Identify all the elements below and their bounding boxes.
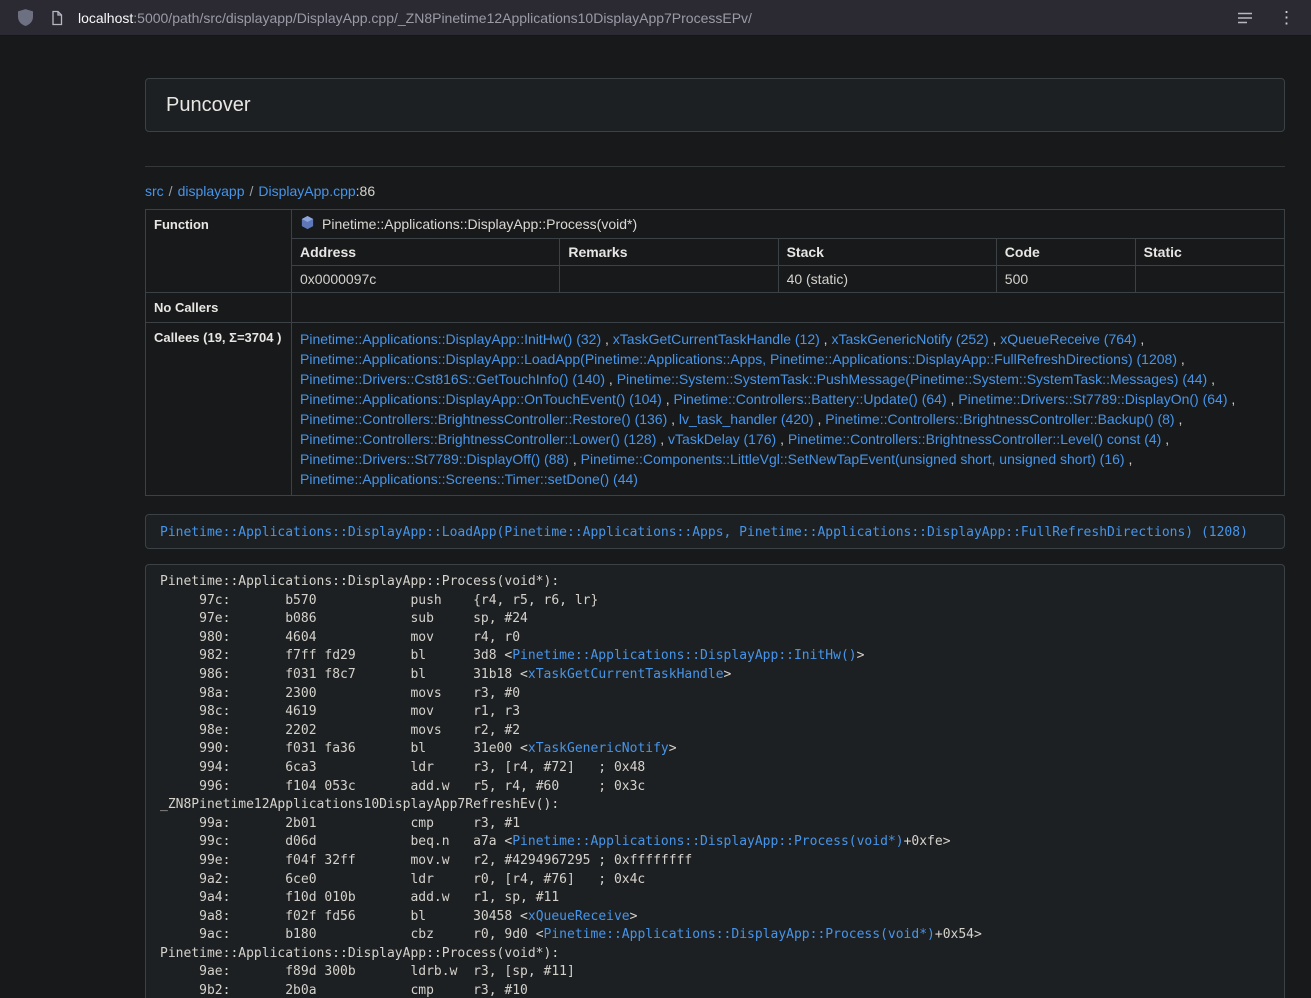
- callee-link[interactable]: xTaskGenericNotify (252): [831, 331, 988, 347]
- function-table: Function Pinetime::Applications::Display…: [145, 209, 1285, 496]
- callee-separator: ,: [1136, 331, 1144, 347]
- stats-header-row: Address Remarks Stack Code Static: [292, 239, 1284, 266]
- breadcrumb-link-file[interactable]: DisplayApp.cpp: [258, 183, 355, 199]
- callee-link[interactable]: Pinetime::Drivers::St7789::DisplayOn() (…: [958, 391, 1227, 407]
- code-symbol-link[interactable]: Pinetime::Applications::DisplayApp::Proc…: [512, 834, 903, 849]
- function-title: Pinetime::Applications::DisplayApp::Proc…: [292, 210, 1284, 238]
- callee-separator: ,: [667, 411, 679, 427]
- callee-link[interactable]: xQueueReceive (764): [1000, 331, 1136, 347]
- callee-link[interactable]: Pinetime::System::SystemTask::PushMessag…: [617, 371, 1208, 387]
- callee-separator: ,: [1228, 391, 1236, 407]
- stat-address: 0x0000097c: [292, 266, 560, 293]
- stat-stack: 40 (static): [778, 266, 996, 293]
- divider: [145, 166, 1285, 167]
- callee-link[interactable]: Pinetime::Applications::DisplayApp::OnTo…: [300, 391, 662, 407]
- callee-separator: ,: [601, 331, 613, 347]
- stats-value-row: 0x0000097c 40 (static) 500: [292, 266, 1284, 293]
- callee-separator: ,: [569, 451, 581, 467]
- url-host: localhost: [78, 10, 133, 26]
- breadcrumb-separator: /: [164, 183, 178, 199]
- code-symbol-link[interactable]: Pinetime::Applications::DisplayApp::Init…: [512, 648, 856, 663]
- code-symbol-link[interactable]: xQueueReceive: [528, 909, 630, 924]
- callee-separator: ,: [1175, 411, 1183, 427]
- disassembly-panel: Pinetime::Applications::DisplayApp::Proc…: [145, 564, 1285, 998]
- callee-separator: ,: [1125, 451, 1133, 467]
- function-row: Function Pinetime::Applications::Display…: [146, 210, 1285, 293]
- page-info-icon-glyph: [50, 10, 64, 26]
- callees-list: Pinetime::Applications::DisplayApp::Init…: [292, 323, 1285, 496]
- col-header-address: Address: [292, 239, 560, 266]
- breadcrumb-line-number: :86: [356, 183, 375, 199]
- callees-label: Callees (19, Σ=3704 ): [146, 323, 292, 496]
- callee-link[interactable]: Pinetime::Drivers::St7789::DisplayOff() …: [300, 451, 569, 467]
- callee-link[interactable]: Pinetime::Controllers::BrightnessControl…: [825, 411, 1174, 427]
- selected-symbol-link[interactable]: Pinetime::Applications::DisplayApp::Load…: [160, 525, 1248, 540]
- callee-separator: ,: [1177, 351, 1185, 367]
- more-menu-icon[interactable]: ⋮: [1274, 9, 1299, 26]
- callee-link[interactable]: Pinetime::Components::LittleVgl::SetNewT…: [581, 451, 1125, 467]
- col-header-stack: Stack: [778, 239, 996, 266]
- stat-code: 500: [996, 266, 1135, 293]
- callee-separator: ,: [1161, 431, 1169, 447]
- callees-row: Callees (19, Σ=3704 ) Pinetime::Applicat…: [146, 323, 1285, 496]
- disassembly-pre: Pinetime::Applications::DisplayApp::Proc…: [160, 573, 1270, 998]
- function-stats-table: Address Remarks Stack Code Static 0x0000…: [292, 238, 1284, 292]
- breadcrumb: src/displayapp/DisplayApp.cpp:86: [145, 181, 1285, 201]
- callee-link[interactable]: vTaskDelay (176): [668, 431, 776, 447]
- code-symbol-link[interactable]: xTaskGetCurrentTaskHandle: [528, 667, 724, 682]
- callee-link[interactable]: Pinetime::Controllers::Battery::Update()…: [674, 391, 947, 407]
- app-title[interactable]: Puncover: [166, 94, 251, 116]
- breadcrumb-separator: /: [245, 183, 259, 199]
- callee-separator: ,: [989, 331, 1001, 347]
- function-name: Pinetime::Applications::DisplayApp::Proc…: [322, 216, 637, 232]
- selected-symbol-panel: Pinetime::Applications::DisplayApp::Load…: [145, 514, 1285, 549]
- no-callers-label: No Callers: [146, 293, 292, 323]
- page-info-icon[interactable]: [44, 5, 70, 31]
- code-symbol-link[interactable]: Pinetime::Applications::DisplayApp::Proc…: [544, 927, 935, 942]
- callee-link[interactable]: Pinetime::Applications::DisplayApp::Load…: [300, 351, 1177, 367]
- header-panel: Puncover: [145, 78, 1285, 132]
- callee-link[interactable]: Pinetime::Drivers::Cst816S::GetTouchInfo…: [300, 371, 605, 387]
- callee-link[interactable]: Pinetime::Applications::Screens::Timer::…: [300, 471, 638, 487]
- main-content: Puncover src/displayapp/DisplayApp.cpp:8…: [145, 78, 1285, 998]
- function-row-label: Function: [146, 210, 292, 293]
- url-bar[interactable]: localhost:5000/path/src/displayapp/Displ…: [78, 10, 752, 26]
- stat-static: [1135, 266, 1284, 293]
- stat-remarks: [560, 266, 778, 293]
- callee-link[interactable]: Pinetime::Applications::DisplayApp::Init…: [300, 331, 601, 347]
- callee-separator: ,: [814, 411, 826, 427]
- breadcrumb-link-src[interactable]: src: [145, 183, 164, 199]
- callee-separator: ,: [1207, 371, 1215, 387]
- url-path: :5000/path/src/displayapp/DisplayApp.cpp…: [133, 10, 752, 26]
- browser-toolbar: localhost:5000/path/src/displayapp/Displ…: [0, 0, 1311, 36]
- col-header-static: Static: [1135, 239, 1284, 266]
- reader-view-icon[interactable]: [1232, 5, 1258, 31]
- callee-separator: ,: [605, 371, 617, 387]
- shield-icon[interactable]: [12, 5, 38, 31]
- callee-link[interactable]: lv_task_handler (420): [679, 411, 814, 427]
- shield-icon-glyph: [18, 9, 33, 26]
- no-callers-row: No Callers: [146, 293, 1285, 323]
- code-symbol-link[interactable]: xTaskGenericNotify: [528, 741, 669, 756]
- callee-link[interactable]: Pinetime::Controllers::BrightnessControl…: [788, 431, 1161, 447]
- function-cube-icon: [300, 215, 315, 233]
- callee-separator: ,: [656, 431, 668, 447]
- callee-separator: ,: [662, 391, 674, 407]
- col-header-code: Code: [996, 239, 1135, 266]
- function-cell: Pinetime::Applications::DisplayApp::Proc…: [292, 210, 1285, 293]
- callee-link[interactable]: xTaskGetCurrentTaskHandle (12): [613, 331, 820, 347]
- function-cube-icon-glyph: [300, 215, 315, 230]
- reader-view-icon-glyph: [1237, 11, 1253, 25]
- col-header-remarks: Remarks: [560, 239, 778, 266]
- callee-separator: ,: [776, 431, 788, 447]
- callee-link[interactable]: Pinetime::Controllers::BrightnessControl…: [300, 411, 667, 427]
- callee-link[interactable]: Pinetime::Controllers::BrightnessControl…: [300, 431, 656, 447]
- toolbar-actions: ⋮: [1232, 5, 1299, 31]
- breadcrumb-link-displayapp[interactable]: displayapp: [178, 183, 245, 199]
- callee-separator: ,: [947, 391, 959, 407]
- callee-separator: ,: [820, 331, 832, 347]
- no-callers-cell: [292, 293, 1285, 323]
